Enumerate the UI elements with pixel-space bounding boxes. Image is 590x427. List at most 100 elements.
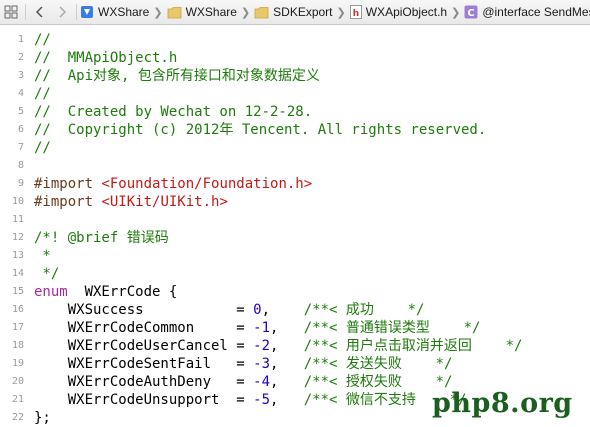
svg-text:h: h bbox=[353, 9, 359, 19]
code-line: 13 * bbox=[0, 247, 590, 265]
code-line: 16 WXSuccess = 0, /**< 成功 */ bbox=[0, 301, 590, 319]
code-token: <Foundation/Foundation.h> bbox=[101, 176, 313, 192]
grid-icon bbox=[4, 5, 18, 19]
code-token: // bbox=[34, 140, 51, 156]
related-items-button[interactable] bbox=[0, 0, 22, 24]
chevron-right-icon: ❯ bbox=[336, 6, 346, 19]
code-token: -4 bbox=[253, 374, 271, 390]
breadcrumb-label: @interface SendMessag bbox=[482, 5, 590, 19]
code-token: WXSuccess = bbox=[34, 302, 254, 318]
code-line: 2 // MMApiObject.h bbox=[0, 49, 590, 67]
breadcrumb-label: WXShare bbox=[98, 5, 150, 19]
line-number: 17 bbox=[11, 322, 24, 333]
forward-button[interactable] bbox=[51, 0, 73, 24]
code-text: #import <UIKit/UIKit.h> bbox=[34, 193, 228, 211]
code-token: WXErrCodeSentFail = bbox=[34, 356, 254, 372]
line-number: 3 bbox=[17, 70, 24, 81]
code-token: // Api对象, 包含所有接口和对象数据定义 bbox=[34, 68, 320, 84]
code-text: WXErrCodeAuthDeny = -4, /**< 授权失败 */ bbox=[34, 373, 453, 391]
code-token: * bbox=[34, 248, 51, 264]
code-text: WXSuccess = 0, /**< 成功 */ bbox=[34, 301, 425, 319]
code-text: // MMApiObject.h bbox=[34, 49, 177, 67]
code-token: -1 bbox=[253, 320, 271, 336]
code-token: enum bbox=[34, 284, 68, 300]
line-number: 14 bbox=[11, 268, 24, 279]
code-text: // bbox=[34, 139, 51, 157]
svg-text:C: C bbox=[468, 8, 475, 19]
code-token: */ bbox=[34, 266, 60, 282]
breadcrumb-file[interactable]: h WXApiObject.h bbox=[349, 5, 448, 19]
breadcrumb-label: SDKExport bbox=[273, 5, 333, 19]
code-line: 15 enum WXErrCode { bbox=[0, 283, 590, 301]
line-number: 20 bbox=[11, 376, 24, 387]
code-token: }; bbox=[34, 410, 51, 426]
code-token: -2 bbox=[253, 338, 271, 354]
code-token: /**< 普通错误类型 */ bbox=[303, 320, 481, 336]
code-token: /**< 用户点击取消并返回 */ bbox=[303, 338, 523, 354]
code-line: 6 // Copyright (c) 2012年 Tencent. All rig… bbox=[0, 121, 590, 139]
chevron-left-icon bbox=[35, 6, 43, 18]
code-text: // Created by Wechat on 12-2-28. bbox=[34, 103, 312, 121]
chevron-right-icon: ❯ bbox=[240, 6, 251, 19]
code-editor[interactable]: 1 // 2 // MMApiObject.h 3 // Api对象, 包含所有接口和对象… bbox=[0, 25, 590, 427]
line-number: 21 bbox=[11, 394, 24, 405]
line-number: 18 bbox=[11, 340, 24, 351]
code-text: // bbox=[34, 31, 51, 49]
code-line: 19 WXErrCodeSentFail = -3, /**< 发送失败 */ bbox=[0, 355, 590, 373]
code-text: }; bbox=[34, 409, 51, 427]
code-text: * bbox=[34, 247, 51, 265]
code-token: , bbox=[270, 392, 304, 408]
chevron-right-icon: ❯ bbox=[153, 6, 163, 19]
back-button[interactable] bbox=[29, 0, 51, 24]
line-number: 19 bbox=[11, 358, 24, 369]
code-token: // Copyright (c) 2012年 Tencent. All righ… bbox=[34, 122, 487, 138]
line-number: 8 bbox=[17, 160, 24, 171]
code-token: , bbox=[270, 320, 304, 336]
line-number: 12 bbox=[11, 232, 24, 243]
code-text: WXErrCodeSentFail = -3, /**< 发送失败 */ bbox=[34, 355, 453, 373]
toolbar-divider bbox=[25, 4, 26, 20]
code-text: WXErrCodeUnsupport = -5, /**< 微信不支持 */ bbox=[34, 391, 467, 409]
code-token: , bbox=[261, 302, 304, 318]
chevron-right-icon: ❯ bbox=[451, 6, 461, 19]
line-number: 6 bbox=[17, 124, 24, 135]
breadcrumb-group[interactable]: WXShare bbox=[167, 5, 237, 19]
line-number: 16 bbox=[11, 304, 24, 315]
code-text: /*! @brief 错误码 bbox=[34, 229, 169, 247]
code-text: // bbox=[34, 85, 51, 103]
folder-icon bbox=[167, 6, 182, 19]
code-text: // Api对象, 包含所有接口和对象数据定义 bbox=[34, 67, 320, 85]
code-token: -5 bbox=[253, 392, 271, 408]
code-token: <UIKit/UIKit.h> bbox=[101, 194, 228, 210]
code-line: 7 // bbox=[0, 139, 590, 157]
code-token: // Created by Wechat on 12-2-28. bbox=[34, 104, 313, 120]
watermark: php8.org bbox=[432, 388, 573, 419]
code-line: 17 WXErrCodeCommon = -1, /**< 普通错误类型 */ bbox=[0, 319, 590, 337]
project-icon bbox=[80, 5, 94, 19]
line-number: 9 bbox=[17, 178, 24, 189]
code-token: #import bbox=[34, 194, 102, 210]
code-token: /**< 授权失败 */ bbox=[303, 374, 453, 390]
line-number: 11 bbox=[11, 214, 24, 225]
code-token: // bbox=[34, 86, 51, 102]
code-token: /**< 成功 */ bbox=[303, 302, 425, 318]
code-text: // Copyright (c) 2012年 Tencent. All righ… bbox=[34, 121, 486, 139]
code-token: 0 bbox=[253, 302, 262, 318]
code-text: enum WXErrCode { bbox=[34, 283, 177, 301]
breadcrumb-folder[interactable]: SDKExport bbox=[254, 5, 333, 19]
code-token: /*! @brief 错误码 bbox=[34, 230, 169, 246]
line-number: 10 bbox=[11, 196, 24, 207]
code-line: 18 WXErrCodeUserCancel = -2, /**< 用户点击取消… bbox=[0, 337, 590, 355]
breadcrumb-label: WXApiObject.h bbox=[365, 5, 448, 19]
breadcrumb-symbol[interactable]: C @interface SendMessag bbox=[464, 5, 590, 19]
code-token: #import bbox=[34, 176, 102, 192]
line-number: 22 bbox=[11, 412, 24, 423]
line-number: 4 bbox=[17, 88, 24, 99]
breadcrumb-label: WXShare bbox=[185, 5, 237, 19]
code-token: WXErrCodeUserCancel = bbox=[34, 338, 254, 354]
code-line: 3 // Api对象, 包含所有接口和对象数据定义 bbox=[0, 67, 590, 85]
code-token: WXErrCodeAuthDeny = bbox=[34, 374, 254, 390]
line-number: 1 bbox=[17, 34, 24, 45]
breadcrumb-project[interactable]: WXShare bbox=[80, 5, 149, 19]
code-text: WXErrCodeUserCancel = -2, /**< 用户点击取消并返回… bbox=[34, 337, 523, 355]
